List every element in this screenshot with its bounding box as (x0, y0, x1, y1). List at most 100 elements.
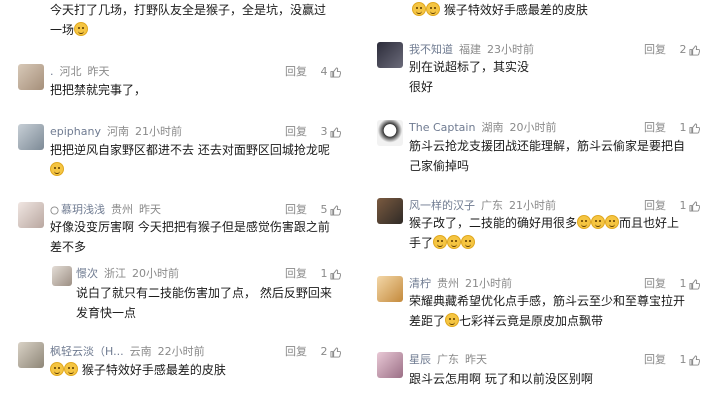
avatar[interactable] (377, 198, 403, 224)
laugh-emoji-icon (426, 2, 440, 16)
location: 广东 (481, 199, 503, 212)
avatar[interactable] (18, 124, 44, 150)
comment-text: 把把禁就完事了， (50, 83, 147, 97)
avatar[interactable] (18, 202, 44, 228)
comment-meta: 我不知道 福建 23小时前 (409, 43, 534, 57)
like-count: 1 (320, 267, 328, 280)
avatar[interactable] (377, 276, 403, 302)
laugh-emoji-icon (445, 313, 460, 327)
comment-actions: 回复 2 (644, 43, 700, 57)
avatar[interactable] (18, 64, 44, 90)
thumb-up-icon[interactable] (329, 126, 341, 138)
grin-emoji-icon (605, 215, 620, 229)
avatar[interactable] (52, 266, 72, 286)
comment-actions: 回复 5 (285, 203, 341, 217)
comment-actions: 回复 1 (644, 277, 700, 291)
like-count: 5 (320, 203, 328, 216)
username[interactable]: 风一样的汉子 (409, 199, 475, 212)
comment-meta: epiphany 河南 21小时前 (50, 125, 182, 139)
laugh-emoji-icon (64, 362, 78, 376)
thumb-up-icon[interactable] (329, 346, 341, 358)
timestamp: 21小时前 (465, 277, 512, 290)
location: 湖南 (481, 121, 504, 134)
grin-emoji-icon (591, 215, 606, 229)
location: 浙江 (104, 267, 126, 280)
avatar[interactable] (377, 42, 403, 68)
grin-emoji-icon (433, 235, 448, 249)
reply-button[interactable]: 回复 (644, 43, 666, 57)
grin-emoji-icon (577, 215, 592, 229)
thumb-up-icon[interactable] (688, 122, 700, 134)
comment-actions: 回复 1 (644, 199, 700, 213)
comment-actions: 回复 2 (285, 345, 341, 359)
avatar[interactable] (18, 342, 44, 368)
like-count: 3 (320, 125, 328, 138)
avatar[interactable] (377, 352, 403, 378)
reply-button[interactable]: 回复 (285, 65, 307, 79)
thumb-up-icon[interactable] (688, 200, 700, 212)
like-count: 4 (320, 65, 328, 78)
like-count: 1 (679, 353, 687, 366)
username[interactable]: epiphany (50, 125, 101, 138)
comment-meta: . 河北 昨天 (50, 65, 110, 79)
username[interactable]: . (50, 65, 54, 78)
location: 贵州 (111, 203, 133, 216)
comment-text: 今天打了几场，打野队友全是猴子，全是坑，没赢过 一场 (50, 3, 327, 37)
comment-text: 猴子特效好手感最差的皮肤 (50, 360, 226, 380)
comment-actions: 回复 1 (644, 353, 700, 367)
comment-actions: 回复 4 (285, 65, 341, 79)
laugh-emoji-icon (50, 362, 64, 376)
verified-tag-icon (50, 205, 59, 215)
reply-button[interactable]: 回复 (644, 121, 666, 135)
comment-meta: 枫轻云淡（H... 云南 22小时前 (50, 345, 205, 359)
location: 云南 (129, 345, 152, 358)
timestamp: 昨天 (465, 353, 487, 366)
like-count: 2 (320, 345, 328, 358)
thumb-up-icon[interactable] (688, 44, 700, 56)
reply-button[interactable]: 回复 (644, 277, 666, 291)
reply-button[interactable]: 回复 (644, 353, 666, 367)
like-count: 1 (679, 277, 687, 290)
timestamp: 昨天 (139, 203, 161, 216)
avatar[interactable] (377, 120, 403, 146)
comment-actions: 回复 1 (644, 121, 700, 135)
reply-button[interactable]: 回复 (285, 203, 307, 217)
location: 广东 (437, 353, 459, 366)
reply-text: 说白了就只有二技能伤害加了点， 然后反野回来 发育快一点 (76, 286, 332, 320)
comment-text: 猴子改了，二技能的确好用很多 而且也好上 手了 (409, 215, 680, 250)
reply-button[interactable]: 回复 (285, 267, 307, 281)
comment-meta: 风一样的汉子 广东 21小时前 (409, 199, 556, 213)
comment-actions: 回复 1 (285, 267, 341, 281)
like-count: 1 (679, 199, 687, 212)
reply-button[interactable]: 回复 (285, 125, 307, 139)
thumb-up-icon[interactable] (329, 268, 341, 280)
timestamp: 21小时前 (509, 199, 556, 212)
thumb-up-icon[interactable] (688, 354, 700, 366)
grin-emoji-icon (461, 235, 476, 249)
location: 河南 (106, 125, 129, 138)
reply-button[interactable]: 回复 (644, 199, 666, 213)
username[interactable]: 星辰 (409, 353, 431, 366)
comment-text: 跟斗云怎用啊 玩了和以前没区别啊 (409, 372, 593, 386)
username[interactable]: 慕玥浅浅 (61, 203, 105, 216)
timestamp: 22小时前 (157, 345, 205, 358)
comment-text: 把把逆风自家野区都进不去 还去对面野区回城抢龙呢 (50, 140, 330, 180)
thumb-up-icon[interactable] (329, 66, 341, 78)
comment-text: 别在说超标了，其实没 很好 (409, 60, 530, 94)
username[interactable]: The Captain (409, 121, 475, 134)
location: 河北 (59, 65, 82, 78)
grin-emoji-icon (447, 235, 462, 249)
reply-button[interactable]: 回复 (285, 345, 307, 359)
like-count: 1 (679, 121, 687, 134)
reply-meta: 憬次 浙江 20小时前 (76, 267, 179, 281)
username[interactable]: 枫轻云淡（H... (50, 345, 124, 358)
comment-meta: 星辰 广东 昨天 (409, 353, 487, 367)
laugh-emoji-icon (74, 22, 89, 36)
username[interactable]: 憬次 (76, 267, 98, 280)
thumb-up-icon[interactable] (688, 278, 700, 290)
username[interactable]: 我不知道 (409, 43, 453, 56)
comment-text: 好像没变厉害啊 今天把把有猴子但是感觉伤害跟之前 差不多 (50, 220, 330, 254)
thumb-up-icon[interactable] (329, 204, 341, 216)
timestamp: 20小时前 (132, 267, 179, 280)
username[interactable]: 清柠 (409, 277, 431, 290)
